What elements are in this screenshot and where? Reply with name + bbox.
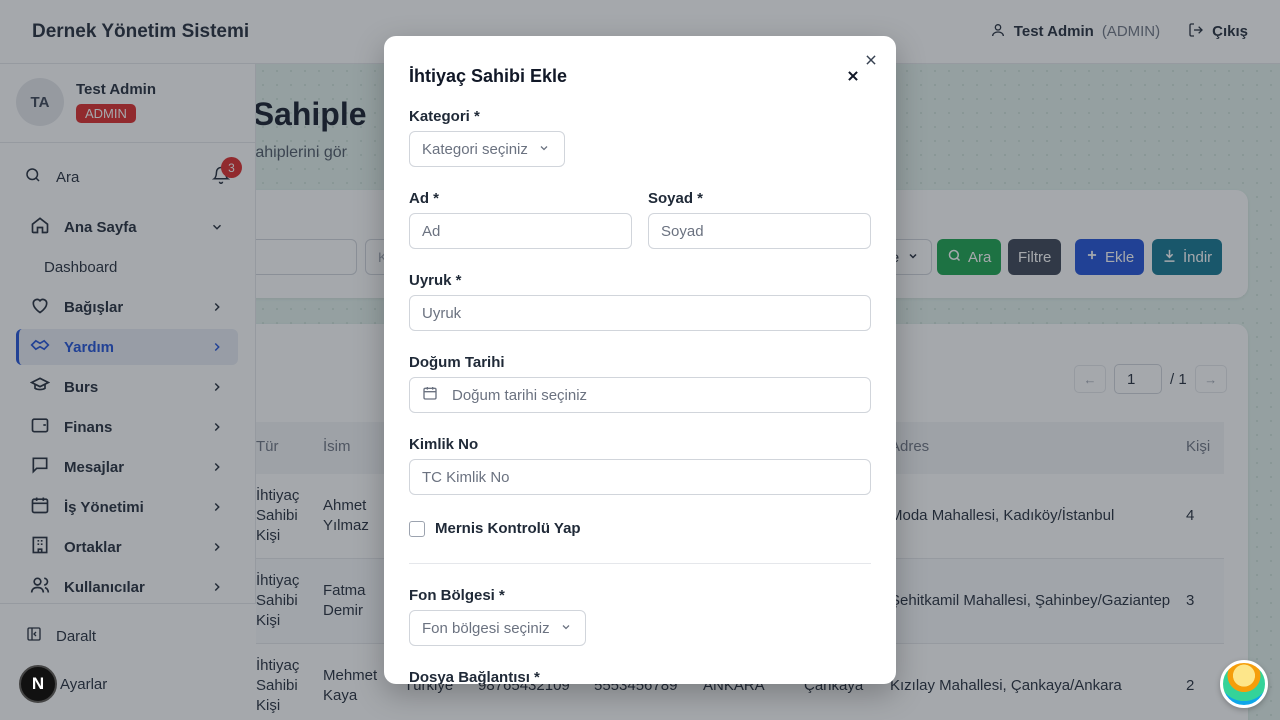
soyad-input[interactable]: Soyad — [648, 213, 871, 249]
fon-bolgesi-select[interactable]: Fon bölgesi seçiniz — [409, 610, 586, 646]
soyad-label: Soyad * — [648, 190, 704, 207]
dogum-tarihi-label: Doğum Tarihi — [409, 354, 505, 371]
kimlik-no-label: Kimlik No — [409, 436, 479, 453]
kategori-label: Kategori * — [409, 108, 480, 125]
dogum-tarihi-placeholder: Doğum tarihi seçiniz — [452, 386, 588, 404]
close-icon[interactable] — [846, 69, 860, 87]
add-beneficiary-modal: İhtiyaç Sahibi Ekle Kategori * Kategori … — [384, 36, 896, 684]
uyruk-input[interactable]: Uyruk — [409, 295, 871, 331]
divider — [409, 563, 871, 564]
dosya-baglantisi-label: Dosya Bağlantısı * — [409, 669, 540, 684]
dogum-tarihi-picker[interactable]: Doğum tarihi seçiniz — [409, 377, 871, 413]
kategori-select[interactable]: Kategori seçiniz — [409, 131, 565, 167]
fon-bolgesi-placeholder: Fon bölgesi seçiniz — [422, 619, 550, 637]
modal-title: İhtiyaç Sahibi Ekle — [409, 66, 568, 86]
uyruk-label: Uyruk * — [409, 272, 462, 289]
chevron-down-icon — [538, 141, 550, 158]
kategori-select-placeholder: Kategori seçiniz — [422, 140, 528, 158]
mernis-label: Mernis Kontrolü Yap — [435, 520, 581, 537]
ad-input[interactable]: Ad — [409, 213, 632, 249]
mernis-check-row[interactable]: Mernis Kontrolü Yap — [409, 520, 581, 537]
calendar-icon — [422, 385, 438, 405]
chevron-down-icon — [560, 620, 572, 637]
kimlik-no-input[interactable]: TC Kimlik No — [409, 459, 871, 495]
mernis-checkbox[interactable] — [409, 520, 425, 537]
dev-tools-badge[interactable]: N — [19, 665, 57, 703]
close-icon[interactable] — [864, 53, 878, 71]
ad-label: Ad * — [409, 190, 439, 207]
assistant-avatar-icon[interactable] — [1220, 660, 1268, 708]
fon-bolgesi-label: Fon Bölgesi * — [409, 587, 505, 604]
